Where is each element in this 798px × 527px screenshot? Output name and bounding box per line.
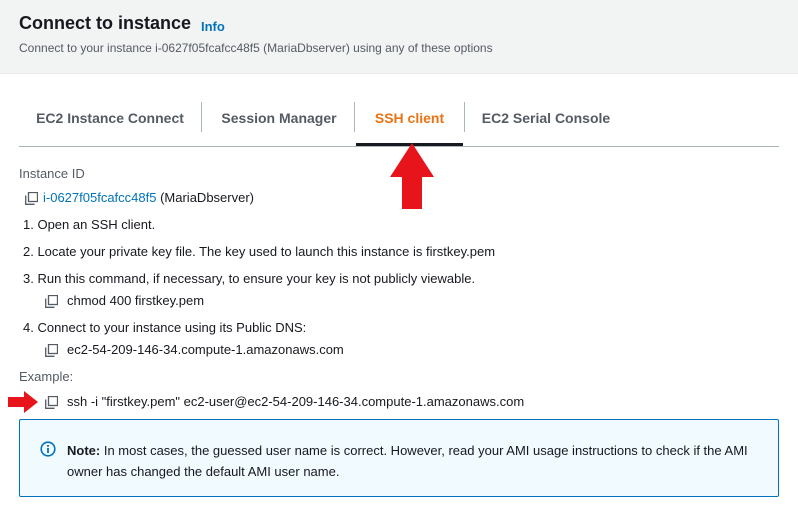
page-subtitle: Connect to your instance i-0627f05fcafcc… (19, 41, 493, 55)
note-body: In most cases, the guessed user name is … (67, 443, 748, 479)
annotation-arrow-right-icon (8, 391, 38, 413)
step-3: 3. Run this command, if necessary, to en… (23, 271, 476, 286)
step-4: 4. Connect to your instance using its Pu… (23, 320, 307, 335)
tab-ec2-instance-connect[interactable]: EC2 Instance Connect (19, 100, 201, 146)
instance-id-link[interactable]: i-0627f05fcafcc48f5 (43, 190, 156, 205)
page-title: Connect to instance (19, 13, 192, 33)
copy-dns-icon[interactable] (45, 344, 58, 357)
copy-icon[interactable] (25, 192, 38, 205)
tab-divider (201, 102, 202, 132)
tab-ssh-client[interactable]: SSH client (356, 100, 463, 146)
connection-tabs: EC2 Instance Connect Session Manager SSH… (19, 100, 779, 147)
step-2: 2. Locate your private key file. The key… (23, 244, 496, 259)
copy-ssh-icon[interactable] (45, 396, 58, 409)
tab-ec2-serial-console[interactable]: EC2 Serial Console (466, 100, 626, 146)
instance-name: (MariaDbserver) (160, 190, 254, 205)
instance-id-label: Instance ID (19, 166, 85, 181)
chmod-command: chmod 400 firstkey.pem (67, 293, 205, 308)
example-label: Example: (19, 369, 74, 384)
copy-chmod-icon[interactable] (45, 295, 58, 308)
note-label: Note: (67, 443, 101, 458)
page-header: Connect to instance Info Connect to your… (0, 0, 798, 74)
info-link[interactable]: Info (201, 19, 225, 34)
tab-divider (464, 102, 465, 132)
public-dns: ec2-54-209-146-34.compute-1.amazonaws.co… (67, 342, 344, 357)
tab-session-manager[interactable]: Session Manager (205, 100, 353, 146)
note-text: Note: In most cases, the guessed user na… (67, 440, 767, 482)
step-1: 1. Open an SSH client. (23, 217, 156, 232)
info-circle-icon (40, 441, 56, 457)
info-alert: Note: In most cases, the guessed user na… (19, 419, 779, 497)
tab-divider (354, 102, 355, 132)
ssh-command: ssh -i "firstkey.pem" ec2-user@ec2-54-20… (67, 394, 525, 409)
instance-id-row: i-0627f05fcafcc48f5 (MariaDbserver) (43, 190, 254, 205)
annotation-arrow-up-icon (390, 143, 434, 209)
